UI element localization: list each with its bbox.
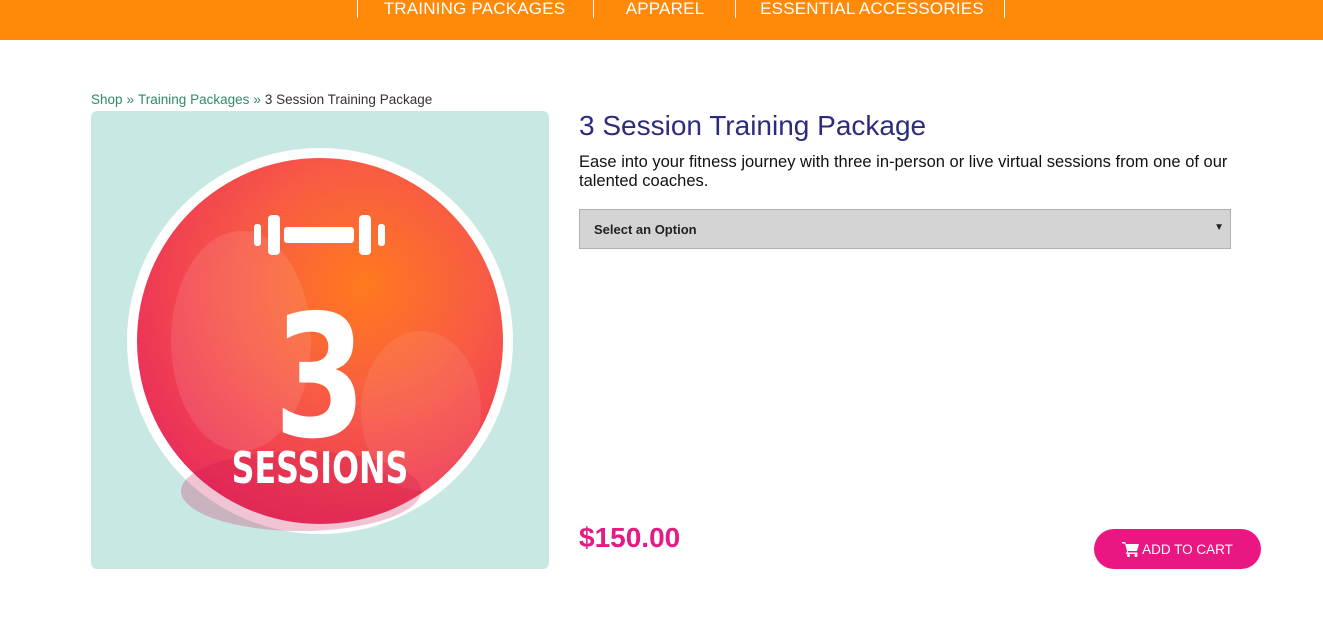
product-title: 3 Session Training Package	[579, 110, 927, 141]
option-select-value: Select an Option	[594, 222, 697, 237]
nav-item-training-packages[interactable]: TRAINING PACKAGES	[372, 0, 577, 18]
add-to-cart-button[interactable]: ADD TO CART	[1094, 529, 1261, 569]
breadcrumb: Shop» Training Packages» 3 Session Trainin…	[91, 92, 432, 107]
product-description: Ease into your fitness journey with thre…	[579, 153, 1228, 190]
nav-divider	[735, 0, 736, 18]
breadcrumb-separator: »	[126, 92, 135, 107]
breadcrumb-separator: »	[253, 92, 261, 107]
nav-item-essential-accessories[interactable]: ESSENTIAL ACCESSORIES	[752, 0, 992, 18]
option-select[interactable]: Select an Option ▼	[579, 209, 1231, 249]
nav-divider	[357, 0, 358, 18]
nav-item-apparel[interactable]: APPAREL	[610, 0, 720, 18]
product-badge-graphic: 3 SESSIONS	[127, 148, 513, 534]
add-to-cart-label: ADD TO CART	[1142, 541, 1233, 557]
breadcrumb-current: 3 Session Training Package	[264, 92, 433, 107]
top-navigation: TRAINING PACKAGES APPAREL ESSENTIAL ACCE…	[0, 0, 1323, 40]
chevron-down-icon: ▼	[1214, 222, 1224, 233]
cart-icon	[1122, 542, 1140, 557]
breadcrumb-shop-link[interactable]: Shop	[91, 92, 123, 107]
nav-divider	[1004, 0, 1005, 18]
product-price: $150.00	[579, 522, 681, 553]
breadcrumb-training-packages-link[interactable]: Training Packages	[138, 92, 249, 107]
badge-label: SESSIONS	[232, 443, 409, 495]
nav-divider	[593, 0, 594, 18]
product-image[interactable]: 3 SESSIONS	[91, 111, 549, 569]
